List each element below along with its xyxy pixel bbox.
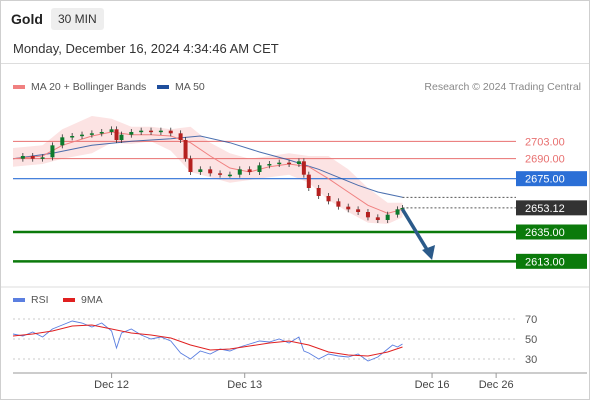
candle-body xyxy=(395,209,400,215)
candle-body xyxy=(168,130,173,134)
candle-body xyxy=(247,169,252,172)
candle-body xyxy=(99,132,104,134)
rsi-tick-label: 70 xyxy=(525,314,537,326)
x-tick-label: Dec 12 xyxy=(94,379,129,391)
candle-body xyxy=(316,188,321,196)
candle-body xyxy=(158,130,163,133)
candle-body xyxy=(277,162,282,165)
candle-body xyxy=(346,206,351,210)
candle-body xyxy=(109,129,114,132)
x-tick-label: Dec 16 xyxy=(415,379,450,391)
candle-body xyxy=(257,165,262,172)
candle-body xyxy=(385,214,390,220)
candle-body xyxy=(80,134,85,137)
candle-body xyxy=(149,130,154,133)
candle-body xyxy=(129,132,134,135)
rsi-ma9-line xyxy=(12,324,403,357)
level-label: 2675.00 xyxy=(525,174,565,186)
rsi-line xyxy=(12,320,403,362)
candle-body xyxy=(183,140,188,159)
x-tick-label: Dec 13 xyxy=(227,379,262,391)
candle-body xyxy=(114,129,119,140)
candle-body xyxy=(188,158,193,172)
candle-body xyxy=(119,134,124,140)
candle-body xyxy=(70,136,75,138)
candle-body xyxy=(30,156,35,159)
candle-body xyxy=(50,145,55,158)
candle-body xyxy=(20,156,25,159)
last-price-label: 2653.12 xyxy=(525,203,565,215)
candle-body xyxy=(208,169,213,174)
candle-body xyxy=(375,217,380,220)
level-label: 2613.00 xyxy=(525,256,565,268)
candle-body xyxy=(326,196,331,202)
candle-body xyxy=(267,164,272,166)
bollinger-band xyxy=(13,116,403,224)
chart-widget: Gold 30 MIN Monday, December 16, 2024 4:… xyxy=(0,0,590,400)
candle-body xyxy=(237,169,242,175)
candle-body xyxy=(139,130,144,133)
candle-body xyxy=(287,162,292,165)
candle-body xyxy=(301,161,306,175)
candle-body xyxy=(218,173,223,175)
candle-body xyxy=(365,212,370,218)
candle-body xyxy=(40,157,45,159)
x-tick-label: Dec 26 xyxy=(479,379,514,391)
candle-body xyxy=(60,137,65,146)
candle-body xyxy=(89,133,94,135)
rsi-tick-label: 30 xyxy=(525,354,537,366)
chart-canvas: 2703.00 2690.00 2675.00 2635.00 2613.00 2653.… xyxy=(1,116,589,391)
candle-body xyxy=(336,201,341,207)
level-label: 2690.00 xyxy=(525,154,565,166)
candle-body xyxy=(178,133,183,140)
candle-body xyxy=(356,209,361,212)
level-label: 2703.00 xyxy=(525,136,565,148)
candle-body xyxy=(198,169,203,172)
rsi-tick-label: 50 xyxy=(525,334,537,346)
level-label: 2635.00 xyxy=(525,227,565,239)
candle-body xyxy=(306,174,311,188)
candle-body xyxy=(296,161,301,164)
candle-body xyxy=(227,174,232,177)
